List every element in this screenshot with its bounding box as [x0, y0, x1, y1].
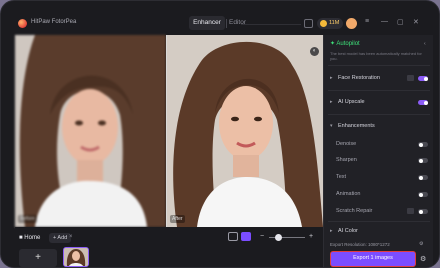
section-face-restoration[interactable]: ▸ Face Restoration [330, 75, 428, 81]
divider [328, 114, 430, 115]
credits-badge[interactable]: 11M [317, 18, 343, 29]
model-icon[interactable] [407, 75, 414, 81]
toggle-knob [418, 175, 423, 180]
divider [328, 65, 430, 66]
window-icon[interactable] [304, 19, 313, 28]
collapse-panel-icon[interactable]: ‹ [424, 41, 426, 47]
autopilot-row[interactable]: ✦ Autopilot [330, 40, 428, 47]
credits-value: 11M [329, 20, 340, 26]
enh-text[interactable]: Text [336, 174, 428, 180]
toggle-knob [418, 192, 423, 197]
image-thumbnail[interactable] [63, 247, 89, 267]
toggle-knob [418, 209, 423, 214]
divider [328, 221, 430, 222]
coin-icon [320, 20, 327, 27]
app-name: HitPaw FotorPea [31, 19, 77, 25]
chevron-right-icon: ▸ [330, 228, 333, 234]
close-icon[interactable]: ✕ [413, 18, 419, 26]
add-tab-button[interactable]: + Add [49, 233, 72, 243]
toggle-knob [423, 100, 428, 105]
autopilot-hint: The best model has been automatically ma… [330, 51, 422, 61]
zoom-in-icon[interactable]: + [309, 233, 313, 240]
title-bar: HitPaw FotorPea Enhancer Editor 11M ≡ — … [1, 15, 439, 35]
ai-color-label: AI Color [338, 228, 358, 234]
before-image: Before [15, 35, 166, 227]
toggle-knob [418, 142, 423, 147]
after-image: After ◐ [167, 35, 323, 227]
enh-animation[interactable]: Animation [336, 191, 428, 197]
title-divider [241, 24, 301, 25]
export-resolution: Export Resolution: 1080*1272 [330, 242, 390, 247]
avatar[interactable] [346, 18, 357, 29]
denoise-label: Denoise [336, 141, 357, 147]
toggle-knob [418, 158, 423, 163]
text-label: Text [336, 174, 347, 180]
before-label: Before [18, 215, 37, 223]
settings-gear-icon[interactable]: ⚙ [420, 255, 426, 263]
add-image-button[interactable]: + [19, 249, 57, 267]
enh-scratch-repair[interactable]: Scratch Repair [336, 208, 428, 214]
scratch-repair-toggle[interactable] [418, 209, 428, 214]
tab-home[interactable]: ■ Home [19, 235, 40, 241]
settings-panel: ✦ Autopilot ‹ The best model has been au… [323, 35, 433, 267]
maximize-icon[interactable]: ▢ [397, 18, 404, 26]
minimize-icon[interactable]: — [381, 18, 388, 25]
section-ai-upscale[interactable]: ▸ AI Upscale [330, 99, 428, 105]
zoom-slider-handle[interactable] [275, 234, 282, 241]
compare-toggle-icon[interactable]: ◐ [310, 47, 319, 56]
enh-denoise[interactable]: Denoise [336, 141, 428, 147]
sharpen-label: Sharpen [336, 157, 357, 163]
ai-upscale-label: AI Upscale [338, 99, 365, 105]
toggle-knob [423, 76, 428, 81]
preview-canvas[interactable]: Before After ◐ [15, 35, 323, 227]
chevron-right-icon: ▸ [330, 99, 333, 105]
app-logo-icon [18, 19, 27, 28]
autopilot-label: Autopilot [336, 41, 360, 47]
bottom-bar: ■ Home + Add × − + + [15, 227, 323, 267]
enh-sharpen[interactable]: Sharpen [336, 157, 428, 163]
divider [328, 90, 430, 91]
chevron-right-icon: ▸ [330, 75, 333, 81]
animation-toggle[interactable] [418, 192, 428, 197]
zoom-out-icon[interactable]: − [260, 233, 264, 240]
after-label: After [170, 215, 185, 223]
sharpen-toggle[interactable] [418, 158, 428, 163]
section-ai-color[interactable]: ▸ AI Color [330, 228, 428, 234]
brush-icon[interactable] [407, 208, 414, 214]
chevron-down-icon: ▾ [330, 123, 333, 129]
denoise-toggle[interactable] [418, 142, 428, 147]
home-label: Home [24, 235, 41, 241]
export-button[interactable]: Export 1 images [330, 251, 416, 267]
menu-icon[interactable]: ≡ [365, 18, 369, 25]
face-restoration-label: Face Restoration [338, 75, 380, 81]
text-toggle[interactable] [418, 175, 428, 180]
autopilot-icon: ✦ [330, 41, 336, 47]
scratch-repair-label: Scratch Repair [336, 208, 373, 214]
close-tab-icon[interactable]: × [69, 234, 73, 240]
section-enhancements[interactable]: ▾ Enhancements [330, 123, 428, 129]
tab-divider [226, 19, 227, 28]
tab-enhancer[interactable]: Enhancer [189, 16, 225, 30]
info-icon[interactable]: ⚙ [419, 241, 423, 247]
app-window: HitPaw FotorPea Enhancer Editor 11M ≡ — … [0, 0, 440, 268]
animation-label: Animation [336, 191, 361, 197]
split-view-icon[interactable] [241, 232, 251, 241]
enhancements-label: Enhancements [338, 123, 375, 129]
ai-upscale-toggle[interactable] [418, 100, 428, 105]
single-view-icon[interactable] [228, 232, 238, 241]
face-restoration-toggle[interactable] [418, 76, 428, 81]
